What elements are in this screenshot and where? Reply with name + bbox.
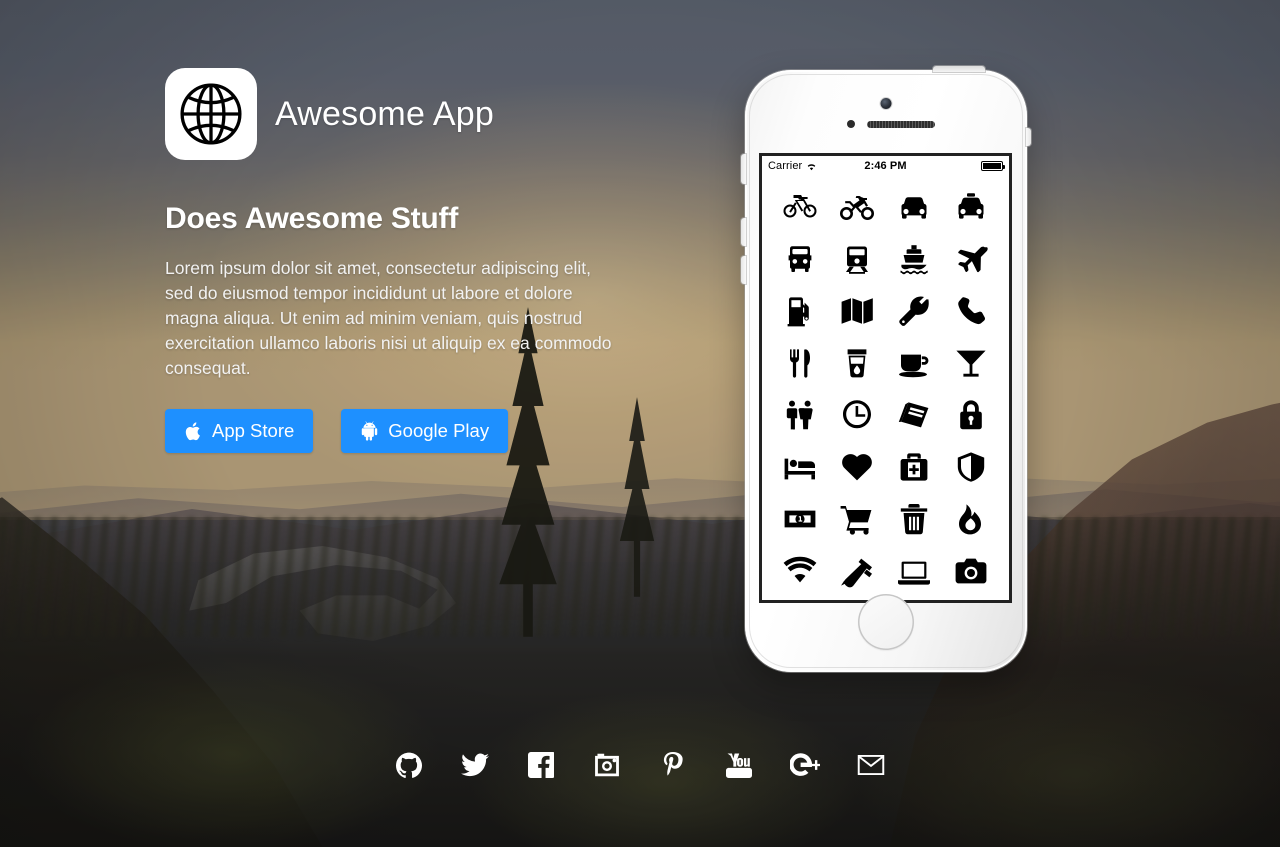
lock-icon[interactable] <box>942 396 999 434</box>
social-links <box>0 748 1280 782</box>
icon-grid <box>762 176 1009 590</box>
volume-up-button[interactable] <box>741 218 746 246</box>
restaurant-icon[interactable] <box>772 344 829 382</box>
gas-pump-icon[interactable] <box>772 292 829 330</box>
car-icon[interactable] <box>886 188 943 226</box>
cta-button-row: App Store Google Play <box>165 409 635 453</box>
bicycle-icon[interactable] <box>772 188 829 226</box>
twitter-icon[interactable] <box>458 748 492 782</box>
proximity-sensor <box>847 120 855 128</box>
volume-down-button[interactable] <box>741 256 746 284</box>
water-glass-icon[interactable] <box>829 344 886 382</box>
clock-icon[interactable] <box>829 396 886 434</box>
phone-icon[interactable] <box>942 292 999 330</box>
apple-icon <box>184 421 203 442</box>
facebook-icon[interactable] <box>524 748 558 782</box>
hero-content: Awesome App Does Awesome Stuff Lorem ips… <box>165 68 635 453</box>
googleplus-icon[interactable] <box>788 748 822 782</box>
android-icon <box>360 420 379 442</box>
laptop-icon[interactable] <box>886 552 943 590</box>
status-bar-right <box>981 161 1005 171</box>
first-aid-kit-icon[interactable] <box>886 448 943 486</box>
earpiece-speaker <box>867 121 935 128</box>
github-icon[interactable] <box>392 748 426 782</box>
airplane-icon[interactable] <box>942 240 999 278</box>
trash-icon[interactable] <box>886 500 943 538</box>
status-bar: Carrier 2:46 PM <box>762 156 1009 176</box>
front-camera-icon <box>880 98 892 109</box>
landing-page: Awesome App Does Awesome Stuff Lorem ips… <box>0 0 1280 847</box>
coffee-icon[interactable] <box>886 344 943 382</box>
google-play-label: Google Play <box>388 419 490 441</box>
wifi-signal-icon[interactable] <box>772 552 829 590</box>
restroom-icon[interactable] <box>772 396 829 434</box>
youtube-icon[interactable] <box>722 748 756 782</box>
sim-tray <box>1026 128 1031 146</box>
ship-icon[interactable] <box>886 240 943 278</box>
home-button[interactable] <box>858 594 914 650</box>
power-button[interactable] <box>933 66 985 72</box>
app-store-label: App Store <box>212 419 295 441</box>
app-icon-tile <box>165 68 257 160</box>
email-icon[interactable] <box>854 748 888 782</box>
motorcycle-icon[interactable] <box>829 188 886 226</box>
pinterest-icon[interactable] <box>656 748 690 782</box>
battery-full-icon <box>981 161 1005 171</box>
mute-switch[interactable] <box>741 154 746 184</box>
cocktail-icon[interactable] <box>942 344 999 382</box>
book-icon[interactable] <box>886 396 943 434</box>
camera-icon[interactable] <box>942 552 999 590</box>
app-title: Awesome App <box>275 94 494 133</box>
shield-icon[interactable] <box>942 448 999 486</box>
globe-icon <box>178 81 244 147</box>
google-play-button[interactable]: Google Play <box>341 409 509 453</box>
taxi-icon[interactable] <box>942 188 999 226</box>
app-store-button[interactable]: App Store <box>165 409 314 453</box>
hero-paragraph: Lorem ipsum dolor sit amet, consectetur … <box>165 258 612 378</box>
train-icon[interactable] <box>829 240 886 278</box>
fire-icon[interactable] <box>942 500 999 538</box>
instagram-icon[interactable] <box>590 748 624 782</box>
phone-screen: Carrier 2:46 PM <box>762 156 1009 600</box>
map-icon[interactable] <box>829 292 886 330</box>
iphone-mockup: Carrier 2:46 PM <box>741 66 1031 672</box>
bed-icon[interactable] <box>772 448 829 486</box>
brand-lockup: Awesome App <box>165 68 635 160</box>
bus-icon[interactable] <box>772 240 829 278</box>
power-plug-icon[interactable] <box>829 552 886 590</box>
heart-icon[interactable] <box>829 448 886 486</box>
page-title: Does Awesome Stuff <box>165 202 459 235</box>
status-bar-time: 2:46 PM <box>864 160 907 172</box>
money-icon[interactable] <box>772 500 829 538</box>
wrench-icon[interactable] <box>886 292 943 330</box>
shopping-cart-icon[interactable] <box>829 500 886 538</box>
